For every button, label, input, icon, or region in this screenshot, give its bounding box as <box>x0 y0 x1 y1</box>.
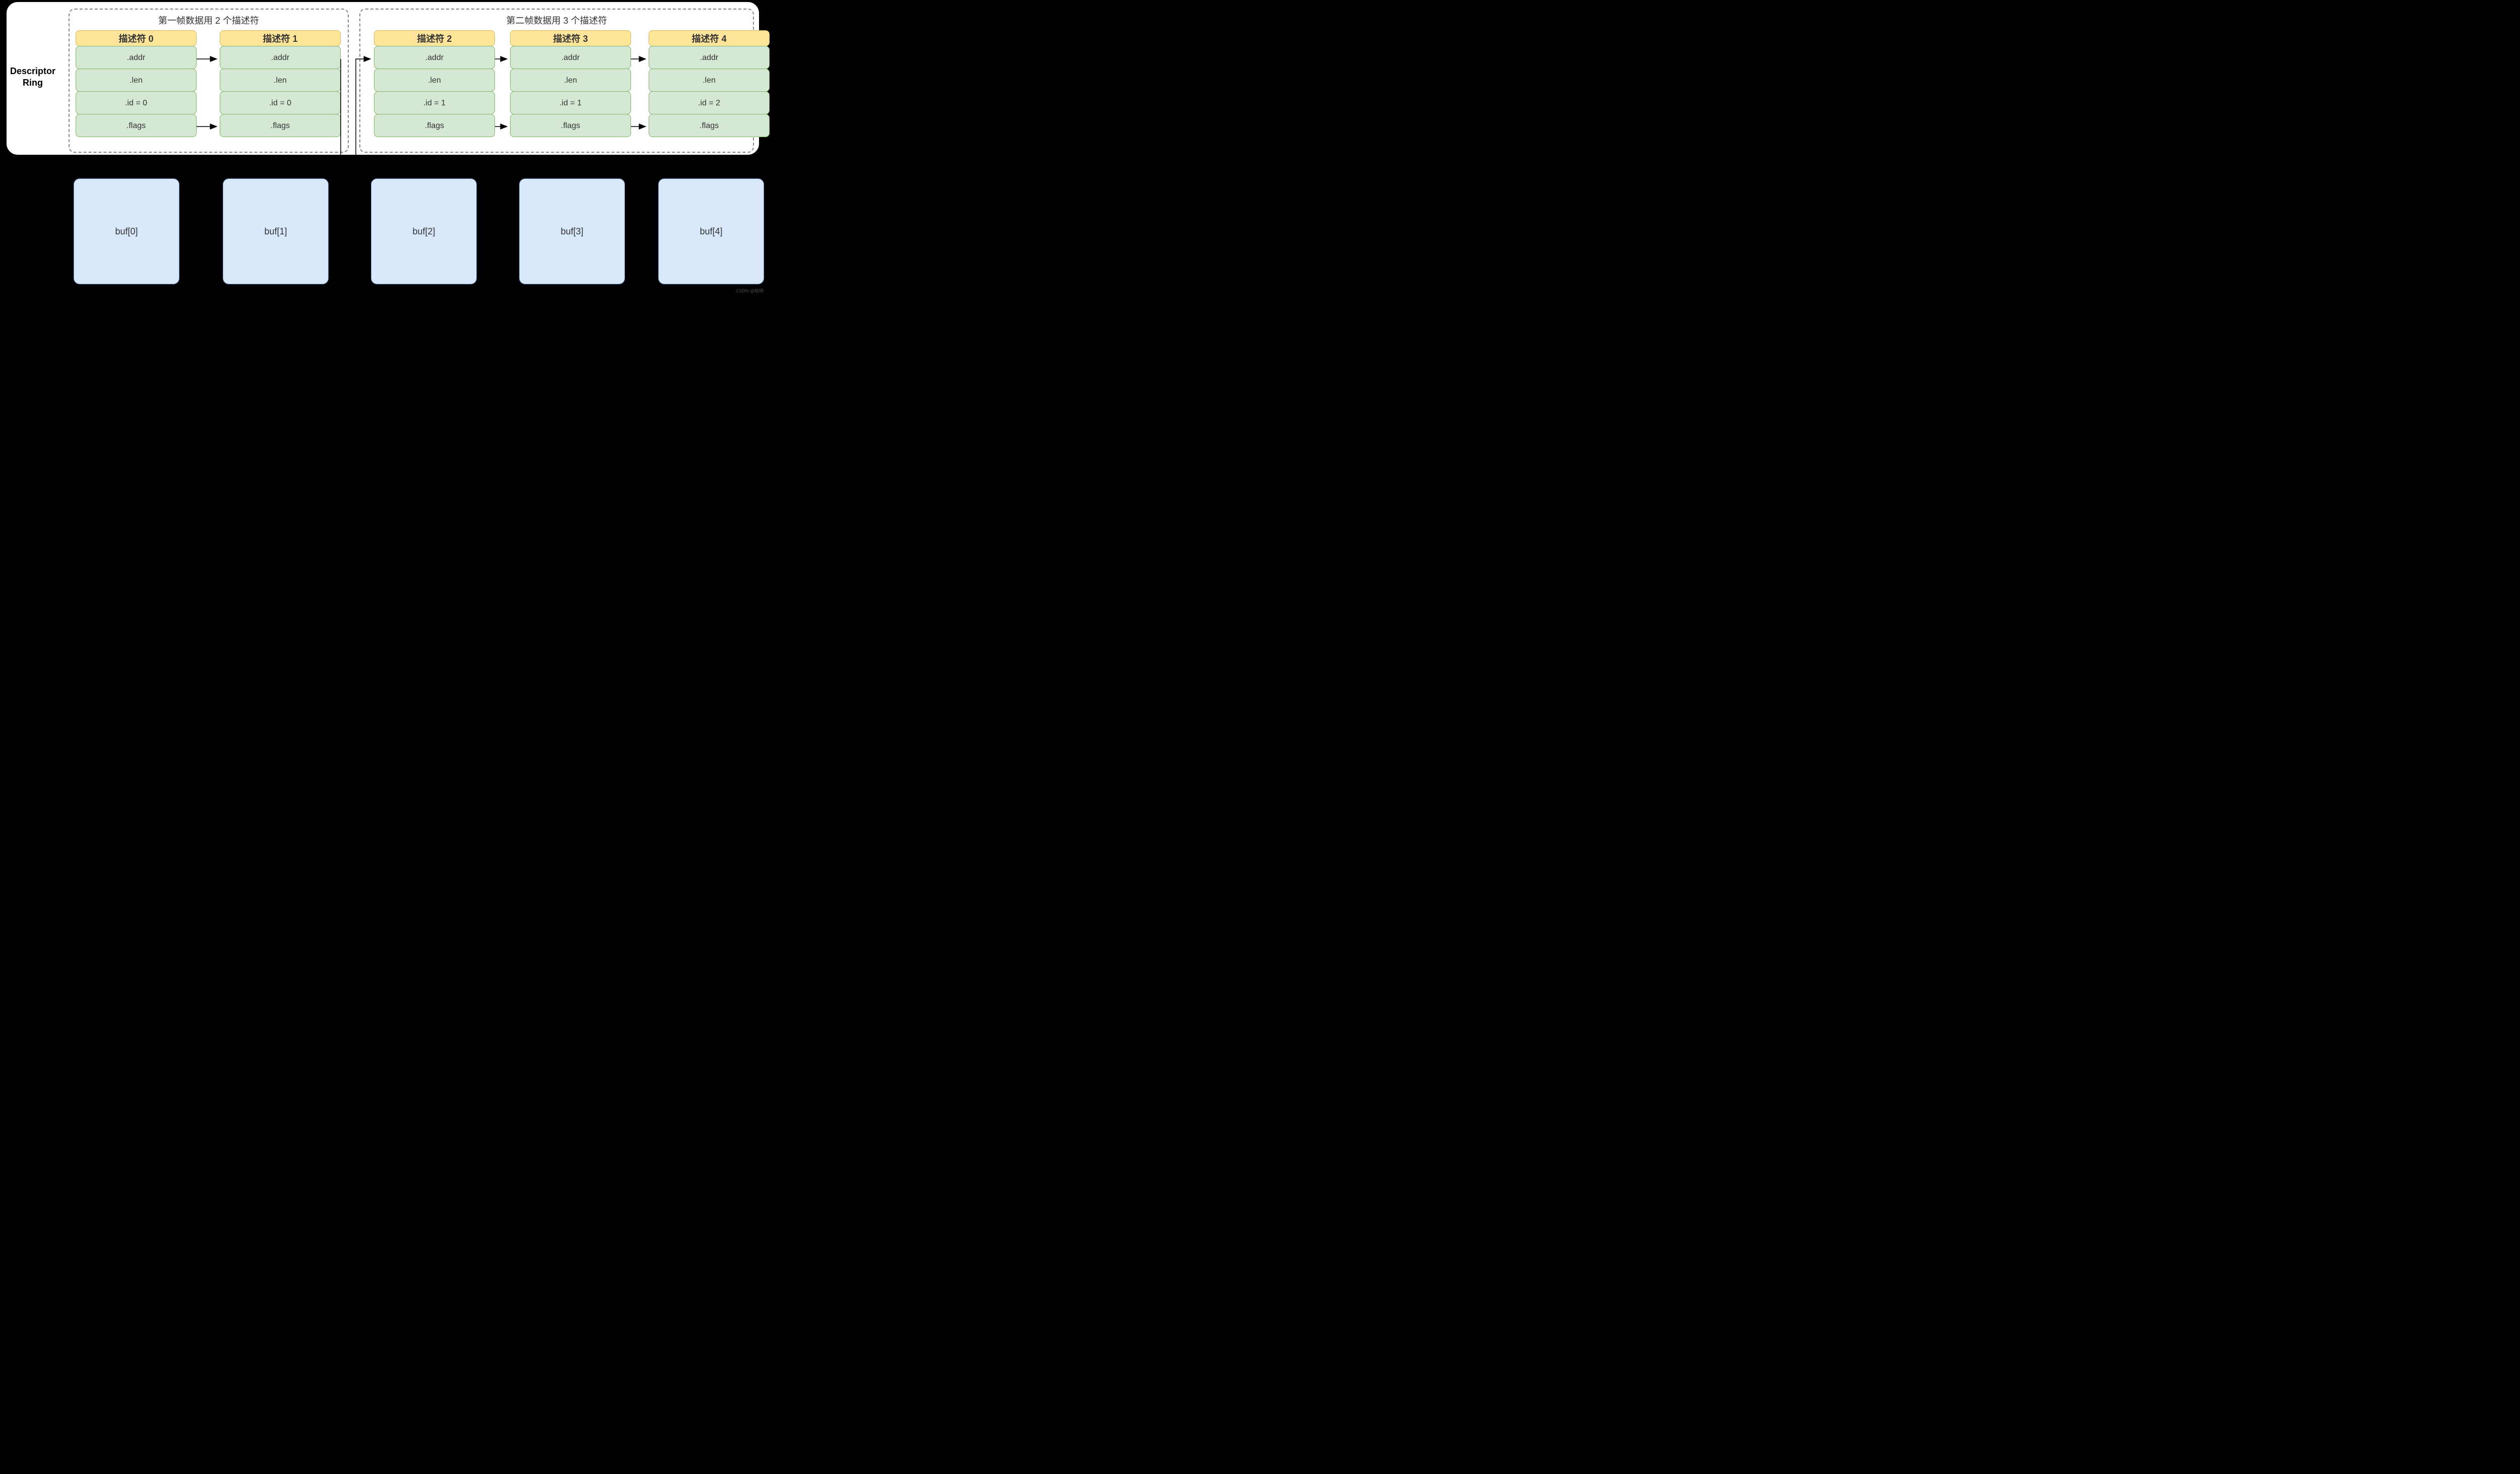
descriptor-3-flags: .flags <box>510 114 631 137</box>
descriptor-0-title: 描述符 0 <box>76 30 197 46</box>
descriptor-2-title: 描述符 2 <box>374 30 495 46</box>
ring-title: Descriptor Ring <box>0 66 66 89</box>
descriptor-0: 描述符 0 .addr .len .id = 0 .flags <box>76 30 197 137</box>
descriptor-3-title: 描述符 3 <box>510 30 631 46</box>
descriptor-2-len: .len <box>374 69 495 92</box>
descriptor-3: 描述符 3 .addr .len .id = 1 .flags <box>510 30 631 137</box>
descriptor-2-id: .id = 1 <box>374 91 495 114</box>
buf-2: buf[2] <box>371 178 477 284</box>
descriptor-2-flags: .flags <box>374 114 495 137</box>
descriptor-1-title: 描述符 1 <box>220 30 341 46</box>
descriptor-2: 描述符 2 .addr .len .id = 1 .flags <box>374 30 495 137</box>
buf-4: buf[4] <box>658 178 764 284</box>
descriptor-1-len: .len <box>220 69 341 92</box>
descriptor-1-flags: .flags <box>220 114 341 137</box>
descriptor-4-id: .id = 2 <box>649 91 770 114</box>
descriptor-4-len: .len <box>649 69 770 92</box>
descriptor-2-addr: .addr <box>374 46 495 69</box>
descriptor-1-id: .id = 0 <box>220 91 341 114</box>
descriptor-4-flags: .flags <box>649 114 770 137</box>
frame2-label: 第二帧数据用 3 个描述符 <box>360 14 753 27</box>
descriptor-3-id: .id = 1 <box>510 91 631 114</box>
frame1-label: 第一帧数据用 2 个描述符 <box>70 14 348 27</box>
descriptor-3-addr: .addr <box>510 46 631 69</box>
ring-title-line2: Ring <box>0 77 66 89</box>
descriptor-0-id: .id = 0 <box>76 91 197 114</box>
descriptor-4-addr: .addr <box>649 46 770 69</box>
ring-title-line1: Descriptor <box>0 66 66 77</box>
buf-3: buf[3] <box>519 178 625 284</box>
descriptor-1: 描述符 1 .addr .len .id = 0 .flags <box>220 30 341 137</box>
descriptor-3-len: .len <box>510 69 631 92</box>
descriptor-4-title: 描述符 4 <box>649 30 770 46</box>
descriptor-1-addr: .addr <box>220 46 341 69</box>
descriptor-4: 描述符 4 .addr .len .id = 2 .flags <box>649 30 770 137</box>
buf-1: buf[1] <box>223 178 329 284</box>
descriptor-0-flags: .flags <box>76 114 197 137</box>
descriptor-0-addr: .addr <box>76 46 197 69</box>
descriptor-0-len: .len <box>76 69 197 92</box>
buf-0: buf[0] <box>74 178 179 284</box>
watermark: CSDN @柏晓 <box>736 287 764 294</box>
